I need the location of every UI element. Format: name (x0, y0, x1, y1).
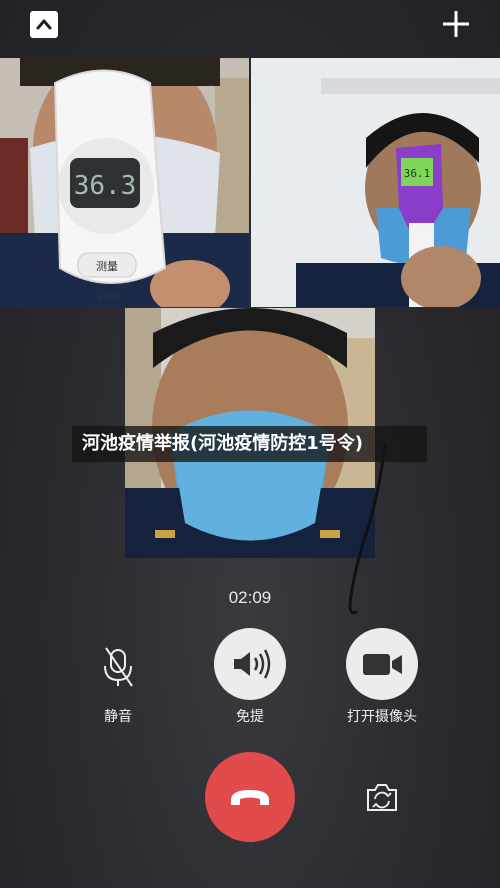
camera-switch-icon (367, 784, 397, 811)
call-timer: 02:09 (228, 588, 272, 607)
caption-banner: 河池疫情举报(河池疫情防控1号令) (72, 426, 427, 462)
thermometer-1-bottom-text: 开/关 (98, 291, 121, 304)
mute-label: 静音 (104, 709, 132, 725)
video-frame-2: 36.1 (251, 58, 500, 307)
participant-video-2[interactable]: 36.1 (251, 58, 500, 307)
hang-up-button[interactable] (205, 752, 295, 842)
speaker-icon (234, 649, 271, 679)
participant-video-1[interactable]: 36.3 测量 开/关 (0, 58, 249, 307)
camera-control[interactable]: 打开摄像头 (332, 628, 432, 726)
mute-control[interactable]: 静音 (68, 628, 168, 726)
camera-label: 打开摄像头 (347, 709, 417, 725)
camera-button[interactable] (346, 628, 418, 700)
chevron-up-icon (36, 19, 52, 30)
phone-hangup-icon (231, 790, 269, 805)
top-bar (0, 0, 500, 56)
thermometer-2-reading: 36.1 (404, 167, 431, 180)
speaker-control[interactable]: 免提 (200, 628, 300, 726)
speaker-label: 免提 (236, 709, 264, 725)
microphone-icon (104, 647, 133, 687)
plus-icon (443, 11, 469, 37)
switch-camera-button[interactable] (364, 780, 400, 814)
mute-button[interactable] (82, 628, 154, 700)
speaker-button[interactable] (214, 628, 286, 700)
collapse-button[interactable] (30, 11, 58, 38)
add-participant-button[interactable] (440, 8, 472, 40)
video-camera-icon (363, 654, 402, 675)
video-frame-1: 36.3 测量 开/关 (0, 58, 249, 307)
thermometer-1-button-text: 测量 (96, 260, 118, 273)
thermometer-1-reading: 36.3 (74, 171, 137, 201)
